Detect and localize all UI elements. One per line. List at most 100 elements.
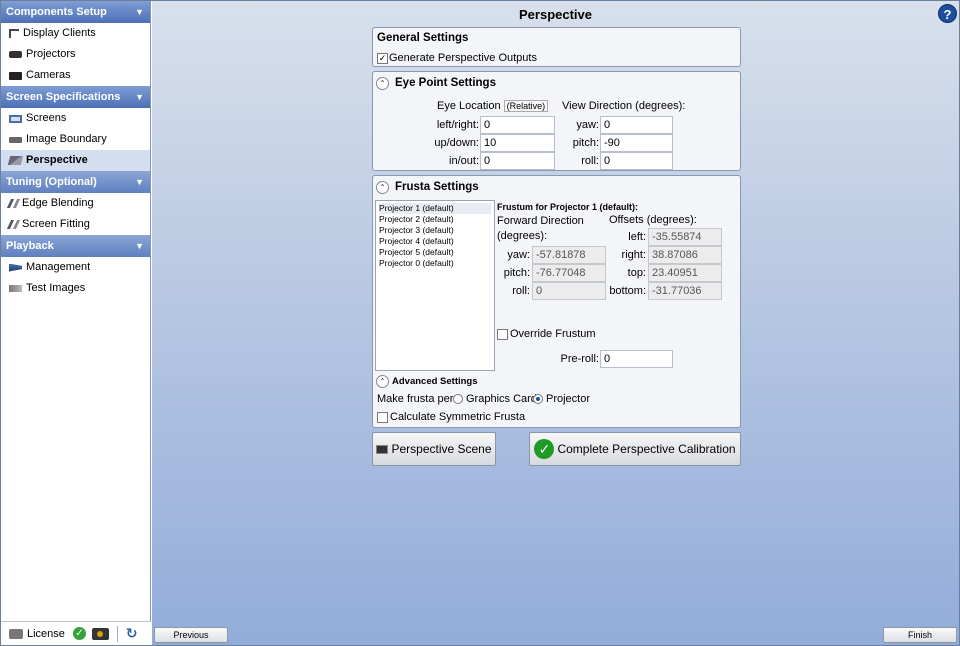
complete-calibration-button[interactable]: ✓ Complete Perspective Calibration [529, 432, 741, 466]
projector-radio-label: Projector [546, 393, 591, 405]
divider [116, 625, 118, 642]
graphics-card-label: Graphics Card [466, 393, 537, 405]
sidebar-item-label: Perspective [26, 154, 88, 166]
test-images-icon [9, 285, 22, 292]
license-icon [9, 628, 23, 639]
offsets-header: Offsets (degrees): [609, 214, 697, 226]
override-frustum-checkbox[interactable] [497, 329, 508, 340]
sidebar-footer: License ✓ ↻ [1, 621, 151, 645]
fitting-icon [6, 220, 21, 229]
advanced-settings-title: Advanced Settings [392, 376, 478, 387]
perspective-scene-button[interactable]: Perspective Scene [372, 432, 496, 466]
section-screen-specifications[interactable]: Screen Specifications ▼ [1, 86, 150, 108]
scene-icon [376, 444, 389, 454]
projector-list[interactable]: Projector 1 (default) Projector 2 (defau… [375, 200, 495, 371]
offset-right-input: 38.87086 [648, 246, 722, 264]
chevron-down-icon: ▼ [135, 241, 144, 251]
general-settings-panel: General Settings ✓ Generate Perspective … [372, 27, 741, 67]
frustum-roll-label: roll: [512, 285, 530, 297]
section-components-setup[interactable]: Components Setup ▼ [1, 1, 150, 23]
frusta-title: Frusta Settings [395, 181, 479, 193]
offset-bottom-label: bottom: [609, 285, 646, 297]
override-frustum-label: Override Frustum [510, 328, 596, 340]
sidebar-item-screen-fitting[interactable]: Screen Fitting [1, 214, 150, 235]
sidebar-item-image-boundary[interactable]: Image Boundary [1, 129, 150, 150]
camera-icon[interactable] [91, 627, 109, 640]
sidebar-item-test-images[interactable]: Test Images [1, 278, 150, 299]
list-item[interactable]: Projector 4 (default) [379, 236, 491, 247]
section-tuning[interactable]: Tuning (Optional) ▼ [1, 171, 150, 193]
sidebar-item-display-clients[interactable]: Display Clients [1, 23, 150, 44]
blend-icon [6, 199, 21, 208]
sidebar-item-label: Screen Fitting [22, 218, 90, 230]
complete-calibration-label: Complete Perspective Calibration [557, 442, 736, 456]
frustum-yaw-input: -57.81878 [532, 246, 606, 264]
offset-left-input: -35.55874 [648, 228, 722, 246]
projector-radio[interactable] [533, 394, 543, 404]
generate-outputs-checkbox[interactable]: ✓ [377, 53, 388, 64]
finish-button[interactable]: Finish [883, 627, 957, 643]
check-icon: ✓ [72, 627, 86, 640]
relative-badge[interactable]: (Relative) [503, 100, 549, 112]
eye-point-title: Eye Point Settings [395, 77, 496, 89]
yaw-input[interactable]: 0 [600, 116, 673, 134]
collapse-icon[interactable]: ⌃ [376, 77, 389, 90]
symmetric-frusta-checkbox[interactable] [377, 412, 388, 423]
perspective-icon [7, 156, 24, 165]
section-playback[interactable]: Playback ▼ [1, 235, 150, 257]
management-icon [9, 263, 22, 272]
list-item[interactable]: Projector 3 (default) [379, 225, 491, 236]
roll-label: roll: [581, 155, 599, 167]
up-down-input[interactable]: 10 [480, 134, 555, 152]
page-title: Perspective [519, 7, 592, 22]
offset-left-label: left: [628, 231, 646, 243]
left-right-input[interactable]: 0 [480, 116, 555, 134]
sidebar-item-label: Management [26, 261, 91, 273]
help-icon[interactable]: ? [938, 4, 957, 23]
frusta-panel: ⌃ Frusta Settings Projector 1 (default) … [372, 175, 741, 428]
chevron-down-icon: ▼ [135, 177, 144, 187]
frustum-yaw-label: yaw: [507, 249, 530, 261]
general-settings-title: General Settings [377, 32, 469, 44]
sidebar-item-screens[interactable]: Screens [1, 108, 150, 129]
preroll-input[interactable]: 0 [600, 350, 673, 368]
symmetric-frusta-label: Calculate Symmetric Frusta [390, 411, 526, 423]
in-out-input[interactable]: 0 [480, 152, 555, 170]
pitch-label: pitch: [572, 137, 599, 149]
sidebar-item-edge-blending[interactable]: Edge Blending [1, 193, 150, 214]
chevron-down-icon: ▼ [135, 7, 144, 17]
sidebar-item-cameras[interactable]: Cameras [1, 65, 150, 86]
list-item[interactable]: Projector 5 (default) [379, 247, 491, 258]
yaw-label: yaw: [576, 119, 599, 131]
pitch-input[interactable]: -90 [600, 134, 673, 152]
list-item[interactable]: Projector 1 (default) [379, 203, 491, 214]
roll-input[interactable]: 0 [600, 152, 673, 170]
perspective-scene-label: Perspective Scene [391, 442, 492, 456]
eye-point-panel: ⌃ Eye Point Settings Eye Location (Relati… [372, 71, 741, 171]
list-item[interactable]: Projector 2 (default) [379, 214, 491, 225]
graphics-card-radio[interactable] [453, 394, 463, 404]
list-item[interactable]: Projector 0 (default) [379, 258, 491, 269]
frustum-roll-input: 0 [532, 282, 606, 300]
refresh-icon[interactable]: ↻ [126, 625, 138, 642]
preroll-label: Pre-roll: [560, 353, 599, 365]
frustum-title: Frustum for Projector 1 (default): [497, 202, 639, 212]
offset-top-input: 23.40951 [648, 264, 722, 282]
license-link[interactable]: License [27, 628, 65, 640]
generate-outputs-label: Generate Perspective Outputs [389, 52, 537, 64]
left-right-label: left/right: [436, 119, 479, 131]
camera-icon [9, 71, 22, 80]
sidebar-item-label: Projectors [26, 48, 76, 60]
chevron-down-icon: ▼ [135, 92, 144, 102]
section-label: Tuning (Optional) [6, 176, 97, 188]
collapse-icon[interactable]: ⌃ [376, 181, 389, 194]
advanced-collapse-icon[interactable]: ⌃ [376, 375, 389, 388]
frustum-pitch-label: pitch: [503, 267, 530, 279]
eye-location-label: Eye Location [437, 100, 501, 112]
projector-icon [9, 51, 22, 58]
sidebar-item-projectors[interactable]: Projectors [1, 44, 150, 65]
sidebar-item-management[interactable]: Management [1, 257, 150, 278]
sidebar-item-perspective[interactable]: Perspective [1, 150, 150, 171]
sidebar-item-label: Cameras [26, 69, 71, 81]
previous-button[interactable]: Previous [154, 627, 228, 643]
